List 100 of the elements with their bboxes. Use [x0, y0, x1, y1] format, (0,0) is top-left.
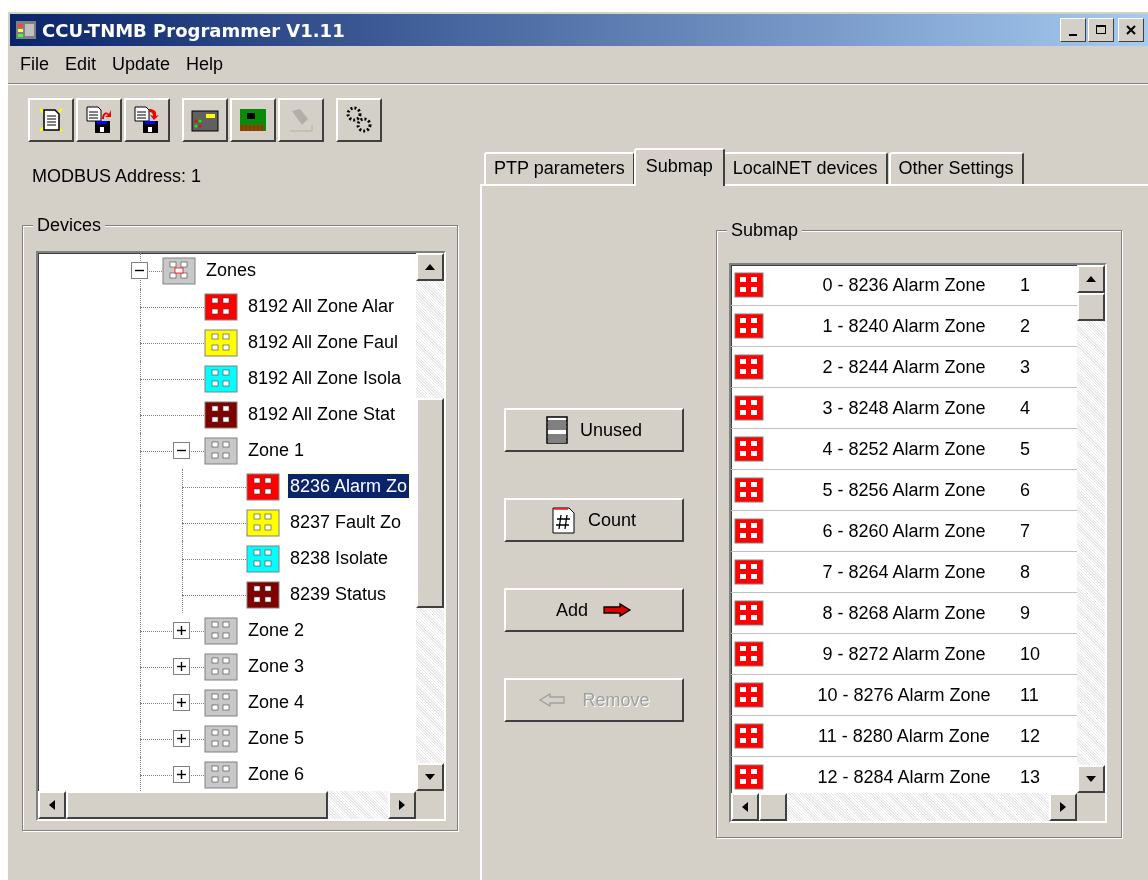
submap-text: 7 - 8264 Alarm Zone — [821, 561, 987, 583]
maximize-button[interactable] — [1088, 18, 1114, 42]
submap-item[interactable]: 11 - 8280 Alarm Zone 12 — [731, 716, 1077, 757]
tree-item[interactable]: 8192 All Zone Stat — [246, 402, 398, 426]
menu-item[interactable]: Help — [178, 52, 232, 77]
submap-item[interactable]: 9 - 8272 Alarm Zone 10 — [731, 634, 1077, 675]
list-icon — [545, 416, 568, 444]
scroll-left-button[interactable] — [731, 793, 759, 821]
scrollbar-corner — [416, 791, 444, 819]
down-arrow-icon — [424, 773, 436, 781]
expand-icon[interactable] — [173, 622, 190, 639]
tree-item[interactable]: Zone 2 — [246, 618, 307, 642]
submap-text: 6 - 8260 Alarm Zone — [821, 520, 987, 542]
submap-item[interactable]: 1 - 8240 Alarm Zone 2 — [731, 306, 1077, 347]
submap-text: 5 - 8256 Alarm Zone — [821, 479, 987, 501]
right-arrow-icon — [1059, 801, 1067, 813]
toolbar-button[interactable] — [76, 98, 122, 142]
action-button[interactable]: Unused — [504, 408, 684, 452]
action-button[interactable]: Count — [504, 498, 684, 542]
zone-number: 9 — [1020, 602, 1030, 624]
right-arrow-icon — [398, 799, 406, 811]
submap-item[interactable]: 5 - 8256 Alarm Zone 6 — [731, 470, 1077, 511]
tree-item[interactable]: Zone 5 — [246, 726, 307, 750]
tab[interactable]: PTP parameters — [484, 152, 635, 184]
zone-number: 6 — [1020, 479, 1030, 501]
tab[interactable]: Submap — [633, 148, 725, 186]
action-button[interactable]: Add — [504, 588, 684, 632]
submap-item[interactable]: 10 - 8276 Alarm Zone 11 — [731, 675, 1077, 716]
tree-item[interactable]: 8238 Isolate — [288, 546, 391, 570]
submap-item[interactable]: 7 - 8264 Alarm Zone 8 — [731, 552, 1077, 593]
toolbar-button[interactable] — [28, 98, 74, 142]
tree-item[interactable]: Zone 1 — [246, 438, 307, 462]
tree-item[interactable]: Zone 4 — [246, 690, 307, 714]
tree-item[interactable]: Zones — [204, 258, 259, 282]
tree-item[interactable]: 8237 Fault Zo — [288, 510, 404, 534]
down-arrow-icon — [1085, 775, 1097, 783]
zone-number: 2 — [1020, 315, 1030, 337]
zone-number: 11 — [1020, 684, 1039, 706]
collapse-icon[interactable] — [131, 262, 148, 279]
tree-item[interactable]: 8192 All Zone Isola — [246, 366, 404, 390]
submap-item[interactable]: 2 - 8244 Alarm Zone 3 — [731, 347, 1077, 388]
gear-icon — [344, 105, 374, 135]
menu-item[interactable]: Edit — [57, 52, 105, 77]
submap-item[interactable]: 0 - 8236 Alarm Zone 1 — [731, 265, 1077, 306]
zone-number: 12 — [1020, 725, 1041, 747]
scroll-left-button[interactable] — [38, 791, 66, 819]
submap-item[interactable]: 6 - 8260 Alarm Zone 7 — [731, 511, 1077, 552]
minimize-button[interactable] — [1060, 18, 1086, 42]
tree-item[interactable]: 8192 All Zone Faul — [246, 330, 401, 354]
submap-text: 9 - 8272 Alarm Zone — [821, 643, 987, 665]
scroll-right-button[interactable] — [388, 791, 416, 819]
menu-item[interactable]: File — [12, 52, 57, 77]
tree-item[interactable]: 8239 Status — [288, 582, 389, 606]
hash-document-icon — [551, 506, 576, 534]
toolbar-button[interactable] — [336, 98, 382, 142]
tree-item[interactable]: Zone 6 — [246, 762, 307, 786]
scroll-thumb[interactable] — [416, 398, 444, 608]
submap-text: 10 - 8276 Alarm Zone — [816, 684, 992, 706]
scroll-down-button[interactable] — [1077, 765, 1105, 793]
minimize-icon — [1069, 34, 1077, 36]
submap-text: 1 - 8240 Alarm Zone — [821, 315, 987, 337]
vertical-scrollbar[interactable] — [1077, 265, 1105, 793]
submap-text: 12 - 8284 Alarm Zone — [816, 766, 992, 788]
collapse-icon[interactable] — [173, 442, 190, 459]
document-disk-icon — [84, 105, 114, 135]
tree-item[interactable]: 8192 All Zone Alar — [246, 294, 397, 318]
scroll-up-button[interactable] — [416, 253, 444, 281]
scroll-thumb[interactable] — [1077, 293, 1105, 321]
submap-item[interactable]: 3 - 8248 Alarm Zone 4 — [731, 388, 1077, 429]
right-arrow-icon — [600, 602, 632, 618]
tab[interactable]: LocalNET devices — [722, 152, 888, 184]
horizontal-scrollbar[interactable] — [38, 791, 416, 819]
vertical-scrollbar[interactable] — [416, 253, 444, 791]
window-title: CCU-TNMB Programmer V1.11 — [42, 19, 346, 41]
scroll-thumb[interactable] — [759, 793, 787, 821]
submap-item[interactable]: 4 - 8252 Alarm Zone 5 — [731, 429, 1077, 470]
expand-icon[interactable] — [173, 766, 190, 783]
submap-text: 8 - 8268 Alarm Zone — [821, 602, 987, 624]
scroll-thumb[interactable] — [66, 791, 328, 819]
menu-item[interactable]: Update — [104, 52, 179, 77]
toolbar-button[interactable] — [230, 98, 276, 142]
scroll-down-button[interactable] — [416, 763, 444, 791]
tree-item[interactable]: 8236 Alarm Zo — [288, 474, 410, 498]
toolbar-button[interactable] — [124, 98, 170, 142]
zone-number: 5 — [1020, 438, 1030, 460]
expand-icon[interactable] — [173, 694, 190, 711]
expand-icon[interactable] — [173, 730, 190, 747]
submap-item[interactable]: 8 - 8268 Alarm Zone 9 — [731, 593, 1077, 634]
submap-text: 2 - 8244 Alarm Zone — [821, 356, 987, 378]
close-button[interactable] — [1118, 18, 1144, 42]
expand-icon[interactable] — [173, 658, 190, 675]
tree-item[interactable]: Zone 3 — [246, 654, 307, 678]
horizontal-scrollbar[interactable] — [731, 793, 1077, 821]
zone-number: 3 — [1020, 356, 1030, 378]
scroll-up-button[interactable] — [1077, 265, 1105, 293]
tab[interactable]: Other Settings — [888, 152, 1024, 184]
toolbar-button[interactable] — [182, 98, 228, 142]
zone-number: 13 — [1020, 766, 1041, 788]
scroll-right-button[interactable] — [1049, 793, 1077, 821]
submap-text: 11 - 8280 Alarm Zone — [817, 725, 991, 747]
